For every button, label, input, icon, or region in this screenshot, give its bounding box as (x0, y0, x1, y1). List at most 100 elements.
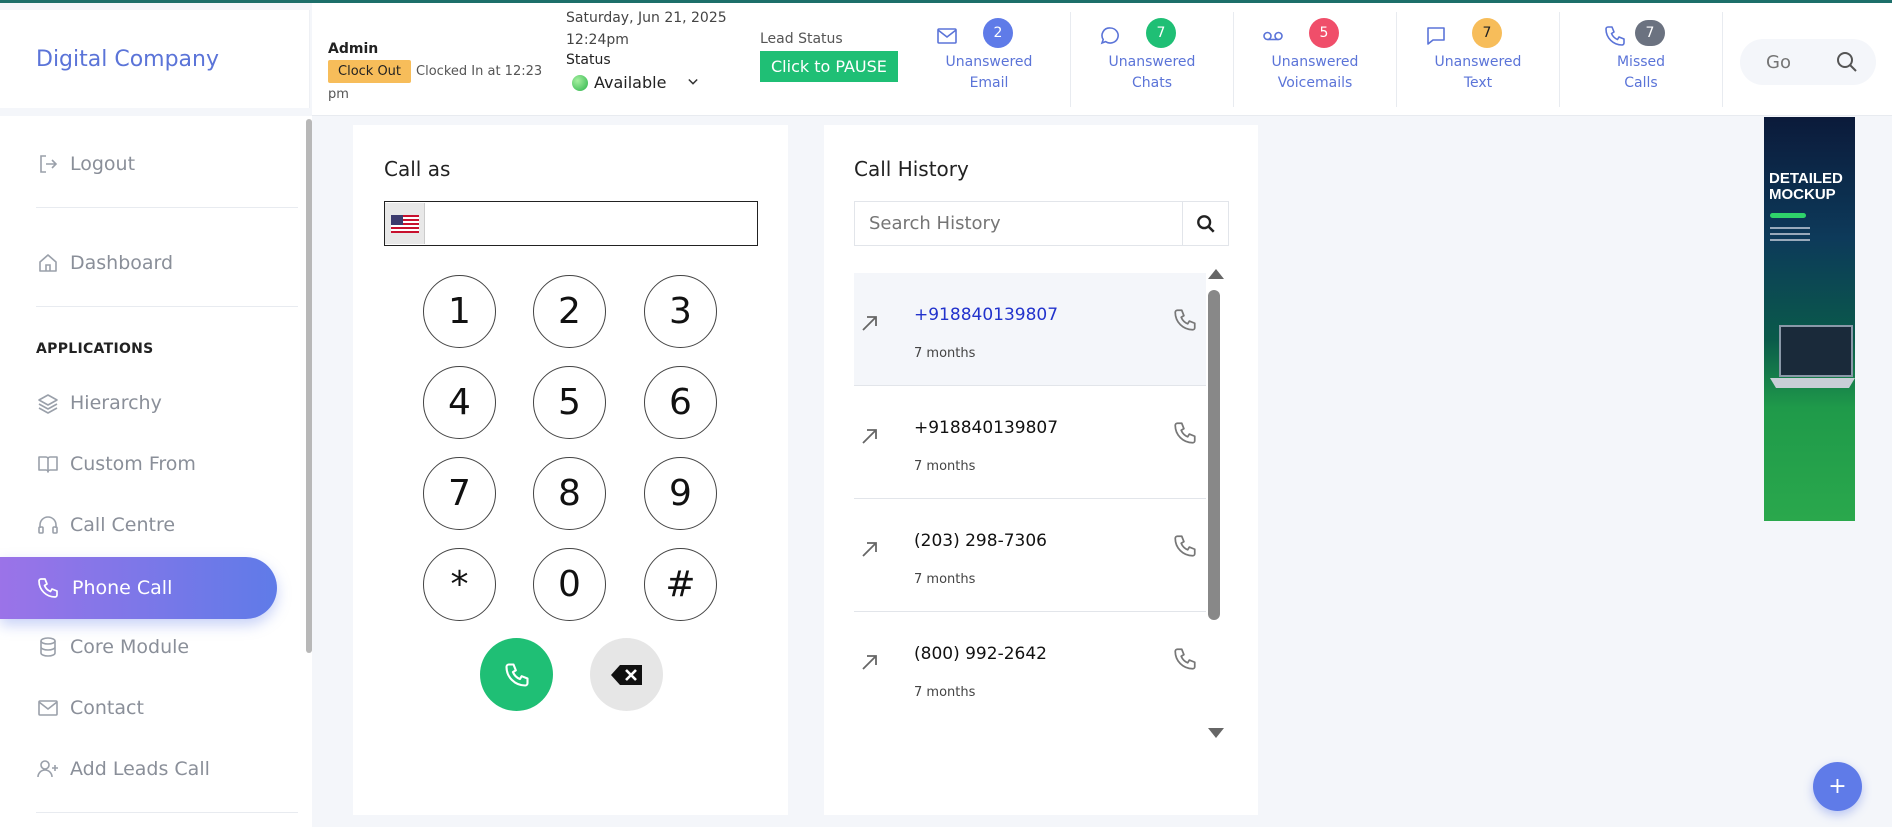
missed-calls-count-badge: 7 (1635, 20, 1665, 46)
call-button[interactable] (480, 638, 553, 711)
sidebar-divider (36, 812, 298, 813)
add-button[interactable]: + (1813, 762, 1862, 811)
header-search[interactable] (1740, 39, 1876, 85)
ad-title: DETAILED MOCKUP (1769, 171, 1843, 203)
sidebar-item-label: Contact (70, 697, 144, 719)
clocked-in-text: Clocked In at 12:23 (416, 63, 543, 79)
history-time-ago: 7 months (914, 572, 976, 587)
history-scrollbar[interactable] (1208, 290, 1220, 620)
phone-missed-icon (1603, 24, 1627, 48)
history-row[interactable]: (203) 298-7306 7 months (854, 499, 1206, 612)
sidebar-item-dashboard[interactable]: Dashboard (36, 248, 173, 278)
phone-icon[interactable] (1172, 533, 1198, 559)
history-time-ago: 7 months (914, 685, 976, 700)
status-value: Available (594, 73, 667, 92)
phone-icon[interactable] (1172, 307, 1198, 333)
history-row[interactable]: +918840139807 7 months (854, 386, 1206, 499)
call-history-list: +918840139807 7 months +918840139807 7 m… (854, 273, 1206, 715)
dial-key-6[interactable]: 6 (644, 366, 717, 439)
sidebar-item-label: Add Leads Call (70, 758, 210, 780)
status-label: Status (566, 52, 611, 68)
scroll-down-arrow-icon[interactable] (1208, 728, 1224, 738)
sidebar-item-logout[interactable]: Logout (36, 149, 135, 179)
history-row[interactable]: +918840139807 7 months (854, 273, 1206, 386)
us-flag-icon[interactable] (385, 203, 425, 244)
home-icon (36, 251, 60, 275)
sidebar-section-heading: APPLICATIONS (36, 341, 154, 357)
sidebar-item-contact[interactable]: Contact (36, 693, 144, 723)
sidebar-item-label: Logout (70, 153, 136, 175)
dial-key-3[interactable]: 3 (644, 275, 717, 348)
pause-button[interactable]: Click to PAUSE (760, 51, 898, 82)
history-search-input[interactable] (855, 202, 1182, 245)
unanswered-voicemails-button[interactable]: 5 Unanswered Voicemails (1234, 12, 1397, 107)
history-number[interactable]: (800) 992-2642 (914, 644, 1047, 664)
phone-icon (503, 661, 531, 689)
history-number[interactable]: +918840139807 (914, 418, 1058, 438)
header-search-input[interactable] (1766, 51, 1806, 73)
history-number[interactable]: (203) 298-7306 (914, 531, 1047, 551)
dial-key-2[interactable]: 2 (533, 275, 606, 348)
layers-icon (36, 391, 60, 415)
search-icon[interactable] (1182, 202, 1228, 245)
sidebar-item-call-centre[interactable]: Call Centre (36, 510, 175, 540)
dial-key-hash[interactable]: # (644, 548, 717, 621)
phone-number-field[interactable] (384, 201, 758, 246)
ad-pill (1770, 213, 1806, 218)
sidebar-item-phone-call[interactable]: Phone Call (0, 557, 277, 619)
phone-icon[interactable] (1172, 420, 1198, 446)
backspace-button[interactable] (590, 638, 663, 711)
chevron-down-icon (688, 78, 699, 88)
sidebar-item-label: Phone Call (72, 577, 173, 599)
text-label-2: Text (1463, 75, 1493, 91)
voicemail-icon (1261, 24, 1285, 48)
sidebar-item-core-module[interactable]: Core Module (36, 632, 189, 662)
database-icon (36, 635, 60, 659)
dial-key-8[interactable]: 8 (533, 457, 606, 530)
dial-key-9[interactable]: 9 (644, 457, 717, 530)
history-row[interactable]: (800) 992-2642 7 months (854, 612, 1206, 715)
history-number[interactable]: +918840139807 (914, 305, 1058, 325)
sidebar-divider (36, 207, 298, 208)
scroll-up-arrow-icon[interactable] (1208, 269, 1224, 279)
unanswered-chats-button[interactable]: 7 Unanswered Chats (1071, 12, 1234, 107)
sidebar-scrollbar[interactable] (306, 119, 312, 653)
brand-logo[interactable]: Digital Company (0, 10, 310, 108)
search-icon[interactable] (1836, 51, 1858, 73)
dial-key-star[interactable]: * (423, 548, 496, 621)
sidebar-item-add-leads-call[interactable]: Add Leads Call (36, 754, 210, 784)
sidebar-item-label: Core Module (70, 636, 190, 658)
dial-key-4[interactable]: 4 (423, 366, 496, 439)
missed-calls-button[interactable]: 7 Missed Calls (1560, 12, 1723, 107)
sidebar-item-label: Hierarchy (70, 392, 162, 414)
headphones-icon (36, 513, 60, 537)
current-date: Saturday, Jun 21, 2025 (566, 10, 727, 26)
sidebar-item-hierarchy[interactable]: Hierarchy (36, 388, 162, 418)
voicemails-label-2: Voicemails (1277, 75, 1353, 91)
text-count-badge: 7 (1472, 18, 1502, 48)
phone-icon[interactable] (1172, 646, 1198, 672)
dial-key-5[interactable]: 5 (533, 366, 606, 439)
unanswered-text-button[interactable]: 7 Unanswered Text (1397, 12, 1560, 107)
brand-name: Digital Company (36, 46, 220, 72)
clock-out-button[interactable]: Clock Out (328, 60, 412, 83)
status-dropdown[interactable]: Available (566, 73, 766, 92)
unanswered-email-button[interactable]: 2 Unanswered Email (908, 12, 1071, 107)
dial-key-7[interactable]: 7 (423, 457, 496, 530)
chat-icon (1098, 24, 1122, 48)
ad-banner[interactable]: DETAILED MOCKUP (1764, 117, 1855, 521)
voicemails-count-badge: 5 (1309, 18, 1339, 48)
email-count-badge: 2 (983, 18, 1013, 48)
email-label-2: Email (969, 75, 1009, 91)
dialer-card: Call as 1 2 3 4 5 6 7 8 9 * 0 # (353, 125, 788, 815)
sidebar-item-label: Call Centre (70, 514, 176, 536)
ad-text-line (1770, 233, 1810, 235)
sidebar-item-custom-from[interactable]: Custom From (36, 449, 196, 479)
call-history-card: Call History +918840139807 7 months +918… (824, 125, 1258, 815)
lead-status-label: Lead Status (760, 31, 843, 47)
phone-number-input[interactable] (425, 202, 757, 245)
dial-key-0[interactable]: 0 (533, 548, 606, 621)
history-search (854, 201, 1229, 246)
dial-key-1[interactable]: 1 (423, 275, 496, 348)
ad-text-line (1770, 239, 1810, 241)
